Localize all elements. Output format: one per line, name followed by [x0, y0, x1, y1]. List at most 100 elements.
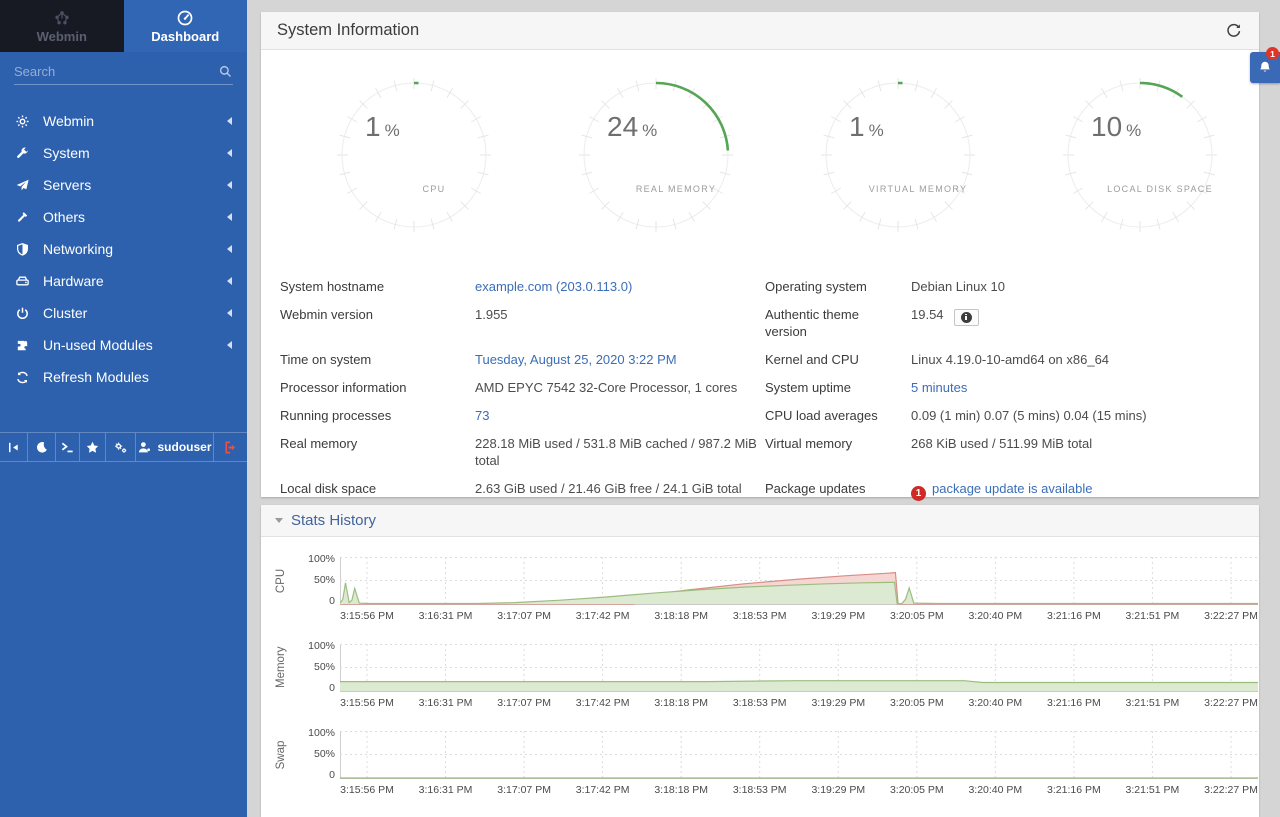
chart-plot-area: [340, 731, 1258, 780]
stats-history-title: Stats History: [291, 512, 376, 529]
logout-button[interactable]: [214, 433, 247, 461]
sidebar-item-servers[interactable]: Servers: [0, 169, 247, 201]
sidebar-item-refresh-modules[interactable]: Refresh Modules: [0, 361, 247, 393]
sidebar-footer-toolbar: sudouser: [0, 432, 247, 462]
x-tick-label: 3:20:40 PM: [968, 610, 1022, 622]
gear-icon: [15, 114, 30, 129]
chart-swap: Swap100%50%03:15:56 PM3:16:31 PM3:17:07 …: [261, 731, 1259, 801]
svg-text:VIRTUAL MEMORY: VIRTUAL MEMORY: [869, 184, 968, 194]
x-tick-label: 3:20:05 PM: [890, 697, 944, 709]
collapse-caret-icon: [275, 518, 283, 523]
chart-plot-area: [340, 557, 1258, 606]
user-button[interactable]: sudouser: [136, 433, 214, 461]
search-icon[interactable]: [218, 64, 233, 79]
sidebar-item-hardware[interactable]: Hardware: [0, 265, 247, 297]
tab-webmin[interactable]: Webmin: [0, 0, 124, 52]
info-value-link[interactable]: package update is available: [932, 481, 1092, 496]
y-tick-label: 0: [299, 769, 335, 781]
table-row: Running processes73CPU load averages0.09…: [261, 401, 1259, 429]
info-label: Operating system: [765, 272, 911, 300]
chevron-left-icon: [227, 341, 232, 349]
chart-plot-area: [340, 644, 1258, 693]
table-row: Webmin version1.955Authentic theme versi…: [261, 300, 1259, 345]
chevron-left-icon: [227, 245, 232, 253]
collapse-sidebar-button[interactable]: [0, 433, 28, 461]
chevron-left-icon: [227, 117, 232, 125]
x-tick-label: 3:17:07 PM: [497, 697, 551, 709]
theme-settings-button[interactable]: [106, 433, 136, 461]
chevron-left-icon: [227, 213, 232, 221]
x-tick-label: 3:21:16 PM: [1047, 784, 1101, 796]
sidebar-item-system[interactable]: System: [0, 137, 247, 169]
info-label: Authentic theme version: [765, 300, 911, 345]
stats-history-card: Stats History CPU100%50%03:15:56 PM3:16:…: [261, 505, 1259, 817]
sidebar-item-label: Networking: [43, 241, 113, 257]
info-label: CPU load averages: [765, 401, 911, 429]
favorites-button[interactable]: [80, 433, 106, 461]
x-tick-label: 3:16:31 PM: [419, 610, 473, 622]
notifications-button[interactable]: 1: [1250, 52, 1280, 83]
sidebar-item-networking[interactable]: Networking: [0, 233, 247, 265]
sidebar-item-un-used-modules[interactable]: Un-used Modules: [0, 329, 247, 361]
sidebar: Webmin Dashboard WebminSystemServersOthe…: [0, 0, 247, 817]
stats-history-header[interactable]: Stats History: [261, 505, 1259, 537]
y-tick-label: 0: [299, 595, 335, 607]
logout-icon: [223, 440, 238, 455]
x-tick-label: 3:18:53 PM: [733, 610, 787, 622]
tab-dashboard[interactable]: Dashboard: [124, 0, 248, 52]
x-tick-label: 3:15:56 PM: [340, 610, 394, 622]
x-tick-label: 3:17:42 PM: [576, 784, 630, 796]
info-label: Kernel and CPU: [765, 345, 911, 373]
sidebar-item-others[interactable]: Others: [0, 201, 247, 233]
sidebar-item-label: Others: [43, 209, 85, 225]
sidebar-item-webmin[interactable]: Webmin: [0, 105, 247, 137]
sidebar-item-cluster[interactable]: Cluster: [0, 297, 247, 329]
collapse-icon: [6, 440, 21, 455]
info-icon: [961, 312, 972, 323]
y-tick-label: 100%: [299, 640, 335, 652]
info-value-link[interactable]: Tuesday, August 25, 2020 3:22 PM: [475, 352, 677, 367]
sidebar-item-label: Un-used Modules: [43, 337, 153, 353]
power-icon: [15, 306, 30, 321]
sidebar-menu: WebminSystemServers Others Networking Hardw…: [0, 105, 247, 393]
x-tick-label: 3:18:18 PM: [654, 784, 708, 796]
theme-info-button[interactable]: [954, 309, 979, 326]
info-value-link[interactable]: example.com (203.0.113.0): [475, 279, 632, 294]
dashboard-gauge-icon: [176, 9, 194, 27]
system-information-header: System Information: [261, 12, 1259, 50]
x-tick-label: 3:21:16 PM: [1047, 697, 1101, 709]
x-tick-label: 3:21:16 PM: [1047, 610, 1101, 622]
info-value: 268 KiB used / 511.99 MiB total: [911, 436, 1092, 451]
refresh-button[interactable]: [1223, 21, 1243, 41]
info-value-link[interactable]: 73: [475, 408, 489, 423]
chart-axis-title: Memory: [275, 648, 299, 688]
chart-memory: Memory100%50%03:15:56 PM3:16:31 PM3:17:0…: [261, 644, 1259, 714]
x-axis-labels: 3:15:56 PM3:16:31 PM3:17:07 PM3:17:42 PM…: [340, 697, 1258, 711]
hdd-icon: [15, 274, 30, 289]
info-label: Package updates: [765, 474, 911, 506]
refresh-icon: [15, 370, 30, 385]
x-tick-label: 3:20:05 PM: [890, 610, 944, 622]
system-info-table: System hostnameexample.com (203.0.113.0)…: [261, 272, 1259, 506]
y-tick-label: 50%: [299, 661, 335, 673]
info-value: 2.63 GiB used / 21.46 GiB free / 24.1 Gi…: [475, 481, 742, 496]
night-mode-button[interactable]: [28, 433, 56, 461]
table-row: Real memory228.18 MiB used / 531.8 MiB c…: [261, 429, 1259, 474]
gauge-local-disk-space: 10%LOCAL DISK SPACE: [1055, 70, 1225, 240]
chart-axis-title: CPU: [275, 561, 299, 601]
x-tick-label: 3:21:51 PM: [1126, 784, 1180, 796]
x-tick-label: 3:17:07 PM: [497, 610, 551, 622]
x-tick-label: 3:22:27 PM: [1204, 697, 1258, 709]
info-value: 19.54: [911, 307, 944, 322]
x-tick-label: 3:22:27 PM: [1204, 784, 1258, 796]
notification-count-badge: 1: [1266, 47, 1279, 60]
y-tick-label: 100%: [299, 553, 335, 565]
refresh-icon: [1225, 22, 1242, 39]
terminal-button[interactable]: [56, 433, 80, 461]
search-input[interactable]: [14, 64, 218, 79]
chevron-left-icon: [227, 277, 232, 285]
bell-icon: [1257, 60, 1273, 76]
info-label: Time on system: [261, 345, 475, 373]
info-value-link[interactable]: 5 minutes: [911, 380, 967, 395]
table-row: Time on systemTuesday, August 25, 2020 3…: [261, 345, 1259, 373]
